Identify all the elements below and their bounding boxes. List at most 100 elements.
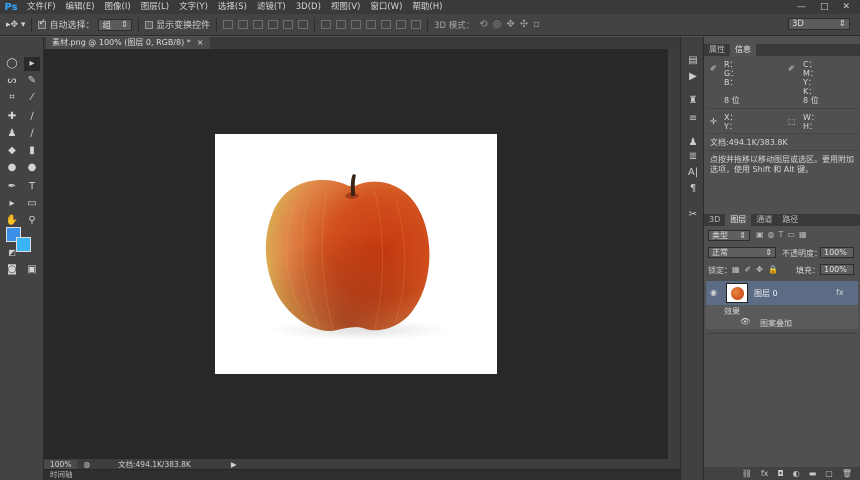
shape-tool-icon[interactable]: ▭ <box>24 197 40 211</box>
distribute-bottom-icon[interactable] <box>351 20 362 29</box>
timeline-bar[interactable]: 时间轴 <box>44 469 680 480</box>
visibility-eye-icon[interactable]: ◉ <box>710 288 717 297</box>
quick-select-tool-icon[interactable]: ✎ <box>24 74 40 88</box>
distribute-vcenter-icon[interactable] <box>336 20 347 29</box>
screen-mode-icon[interactable]: ▣ <box>24 263 40 277</box>
3d-mode-icons[interactable]: ⟲◎✥✣▫ <box>479 19 545 30</box>
brush-tool-icon[interactable]: ∕ <box>24 110 40 124</box>
effect-visibility-eye-icon[interactable]: 👁 <box>740 317 750 326</box>
tab-paths[interactable]: 路径 <box>777 214 803 226</box>
align-right-icon[interactable] <box>298 20 309 29</box>
menu-window[interactable]: 窗口(W) <box>365 0 407 14</box>
workspace-switcher[interactable]: 3D ⇕ <box>788 18 850 30</box>
menu-type[interactable]: 文字(Y) <box>174 0 213 14</box>
eyedropper-tool-icon[interactable]: ⁄ <box>24 91 40 105</box>
hand-tool-icon[interactable]: ✋ <box>4 214 20 228</box>
tab-layers[interactable]: 图层 <box>725 214 752 226</box>
layer-effects-row[interactable]: 效果 <box>706 305 858 317</box>
menu-image[interactable]: 图像(I) <box>100 0 136 14</box>
type-tool-icon[interactable]: T <box>24 180 40 194</box>
minimize-button[interactable]: — <box>797 2 806 12</box>
auto-select-toggle[interactable]: 自动选择： <box>38 18 94 32</box>
layer-row[interactable]: ◉ 图层 0 fx <box>706 281 858 305</box>
auto-select-checkbox[interactable] <box>38 18 47 29</box>
distribute-top-icon[interactable] <box>321 20 332 29</box>
align-vcenter-icon[interactable] <box>238 20 249 29</box>
status-info-icon[interactable]: ◍ <box>83 460 90 469</box>
lock-icons[interactable]: ▦✐✥🔒 <box>732 265 783 274</box>
align-top-icon[interactable] <box>223 20 234 29</box>
close-window-button[interactable]: ✕ <box>842 2 850 12</box>
add-style-icon[interactable]: fx <box>761 469 769 478</box>
document-canvas[interactable] <box>215 134 497 374</box>
effect-item-row[interactable]: 👁 图案叠加 <box>706 317 858 329</box>
menu-help[interactable]: 帮助(H) <box>407 0 447 14</box>
menu-3d[interactable]: 3D(D) <box>291 0 326 14</box>
adjustments-panel-icon[interactable]: ✂ <box>687 209 699 221</box>
menu-file[interactable]: 文件(F) <box>22 0 61 14</box>
zoom-level[interactable]: 100% <box>44 459 78 469</box>
clone-source-icon[interactable]: ♟ <box>687 137 699 149</box>
status-menu-arrow-icon[interactable]: ▶ <box>231 460 237 469</box>
show-transform-toggle[interactable]: 显示变换控件 <box>145 18 210 32</box>
paragraph-panel-icon[interactable]: ¶ <box>687 183 699 195</box>
tab-info[interactable]: 信息 <box>730 44 756 56</box>
document-tab[interactable]: 素材.png @ 100% (图层 0, RGB/8) * × <box>46 37 210 49</box>
distribute-left-icon[interactable] <box>366 20 377 29</box>
brush-panel-icon[interactable]: ≡ <box>687 113 699 125</box>
menu-view[interactable]: 视图(V) <box>326 0 365 14</box>
gradient-tool-icon[interactable]: ▮ <box>24 144 40 158</box>
brush-presets-icon[interactable]: ♜ <box>687 95 699 107</box>
lasso-tool-icon[interactable]: ᔕ <box>4 74 20 88</box>
new-layer-icon[interactable]: ▢ <box>825 469 833 478</box>
show-transform-checkbox[interactable] <box>145 20 154 29</box>
distribute-right-icon[interactable] <box>396 20 407 29</box>
layer-filter-kind[interactable]: 类型 ⇕ <box>708 230 750 241</box>
vertical-scrollbar[interactable] <box>668 49 680 459</box>
menu-select[interactable]: 选择(S) <box>213 0 252 14</box>
distribute-hcenter-icon[interactable] <box>381 20 392 29</box>
actions-panel-icon[interactable]: ▶ <box>687 71 699 83</box>
maximize-button[interactable]: □ <box>820 2 829 12</box>
tab-channels[interactable]: 通道 <box>751 214 777 226</box>
zoom-tool-icon[interactable]: ⚲ <box>24 214 40 228</box>
tool-presets-icon[interactable]: ≣ <box>687 151 699 163</box>
history-panel-icon[interactable]: ▤ <box>687 55 699 67</box>
marquee-tool-icon[interactable]: ◯ <box>4 57 20 71</box>
align-hcenter-icon[interactable] <box>283 20 294 29</box>
pen-tool-icon[interactable]: ✒ <box>4 180 20 194</box>
layer-filter-icons[interactable]: ▣◍T▭▦ <box>756 230 811 239</box>
add-mask-icon[interactable]: ◘ <box>777 469 783 478</box>
tab-properties[interactable]: 属性 <box>704 44 730 56</box>
opacity-input[interactable]: 100% <box>820 247 854 258</box>
fill-input[interactable]: 100% <box>820 264 854 275</box>
layer-fx-badge[interactable]: fx <box>836 288 844 297</box>
dodge-tool-icon[interactable]: ● <box>24 161 40 175</box>
path-select-tool-icon[interactable]: ▸ <box>4 197 20 211</box>
quick-mask-icon[interactable]: ◙ <box>4 263 20 277</box>
tool-preset-picker[interactable]: ▸✥ ▾ <box>6 18 25 32</box>
tab-3d[interactable]: 3D <box>704 214 725 226</box>
stamp-tool-icon[interactable]: ♟ <box>4 127 20 141</box>
crop-tool-icon[interactable]: ⌗ <box>4 91 20 105</box>
blend-mode-select[interactable]: 正常 ⇕ <box>708 247 776 258</box>
align-buttons[interactable] <box>223 20 309 29</box>
eraser-tool-icon[interactable]: ◆ <box>4 144 20 158</box>
close-tab-icon[interactable]: × <box>197 37 204 49</box>
auto-select-dropdown[interactable]: 组 ⇕ <box>98 18 133 31</box>
history-brush-tool-icon[interactable]: ∕ <box>24 127 40 141</box>
character-panel-icon[interactable]: A| <box>687 167 699 179</box>
adjustment-layer-icon[interactable]: ◐ <box>793 469 800 478</box>
menu-filter[interactable]: 滤镜(T) <box>252 0 291 14</box>
layer-name[interactable]: 图层 0 <box>754 288 778 299</box>
delete-layer-icon[interactable]: 🗑 <box>842 469 852 478</box>
new-group-icon[interactable]: ▬ <box>809 469 817 478</box>
blur-tool-icon[interactable]: ● <box>4 161 20 175</box>
reset-colors-icon[interactable]: ◩ <box>4 246 20 260</box>
auto-align-icon[interactable] <box>411 20 422 29</box>
move-tool-icon[interactable]: ▸ <box>24 57 40 71</box>
align-left-icon[interactable] <box>268 20 279 29</box>
distribute-buttons[interactable] <box>321 20 422 29</box>
healing-tool-icon[interactable]: ✚ <box>4 110 20 124</box>
link-layers-icon[interactable]: ⛓ <box>742 469 752 478</box>
